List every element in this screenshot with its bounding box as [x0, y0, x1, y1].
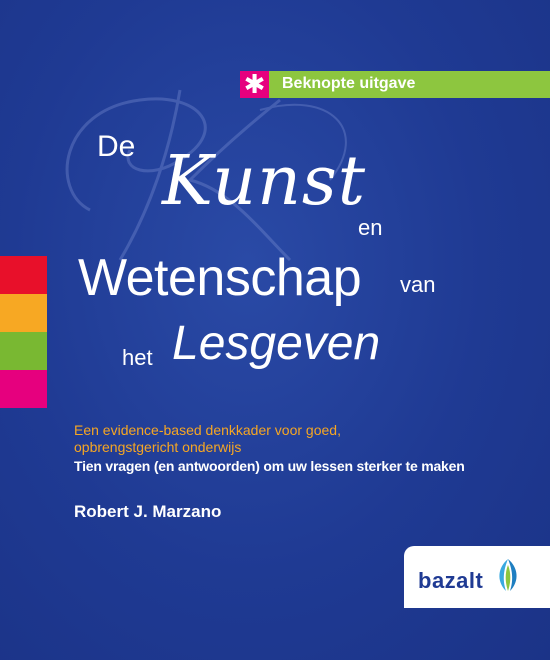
subtitle-line-2: opbrengstgericht onderwijs: [74, 439, 242, 455]
edition-badge-label: Beknopte uitgave: [282, 75, 416, 92]
color-stripe-red: [0, 256, 47, 294]
color-stripe-magenta: [0, 370, 47, 408]
title-word-kunst: Kunst: [162, 142, 367, 221]
title-word-wetenschap: Wetenschap: [78, 249, 362, 307]
title-word-het: het: [122, 345, 153, 370]
subtitle: Een evidence-based denkkader voor goed, …: [74, 422, 494, 456]
color-stripe-orange: [0, 294, 47, 332]
title-word-de: De: [97, 130, 136, 163]
leaf-logo-icon: [499, 559, 517, 591]
color-stripe-green: [0, 332, 47, 370]
subtitle-line-1: Een evidence-based denkkader voor goed,: [74, 422, 341, 438]
publisher-name: bazalt: [418, 568, 484, 593]
title-word-lesgeven: Lesgeven: [172, 317, 381, 370]
title-word-van: van: [400, 272, 436, 297]
tagline: Tien vragen (en antwoorden) om uw lessen…: [74, 458, 465, 474]
author-name: Robert J. Marzano: [74, 502, 222, 521]
book-cover: ✱ Beknopte uitgave De Kunst en Wetenscha…: [0, 0, 550, 660]
title-word-en: en: [358, 215, 383, 240]
asterisk-icon: ✱: [240, 71, 269, 100]
